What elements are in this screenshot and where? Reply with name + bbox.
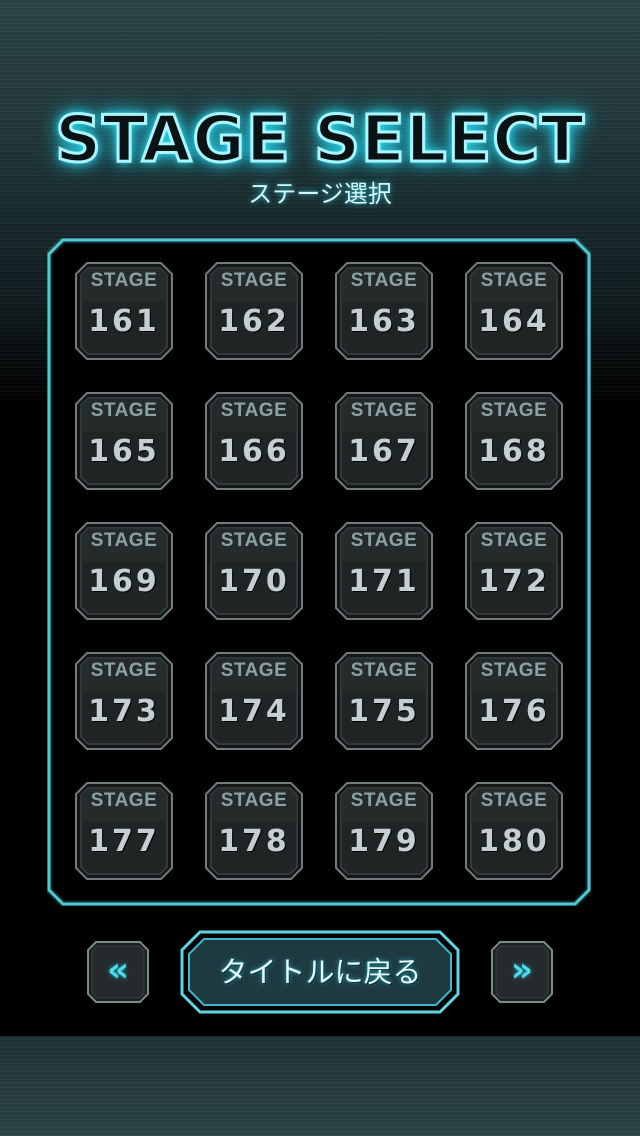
stage-button[interactable]: STAGE 172 [465,522,563,620]
stage-select-screen: STAGE SELECT ステージ選択 STAGE 161 STAGE 162 STAG… [0,0,640,1136]
stage-button[interactable]: STAGE 180 [465,782,563,880]
stage-label: STAGE [90,400,158,421]
stage-button[interactable]: STAGE 176 [465,652,563,750]
stage-number: 162 [218,304,290,339]
stage-number: 180 [478,824,550,859]
stage-number: 177 [88,824,160,859]
stage-label: STAGE [220,530,288,551]
stage-button[interactable]: STAGE 170 [205,522,303,620]
next-page-button[interactable]: » [491,941,553,1003]
stage-number: 164 [478,304,550,339]
stage-number: 179 [348,824,420,859]
stage-number: 178 [218,824,290,859]
stage-label: STAGE [90,790,158,811]
stage-number: 163 [348,304,420,339]
stage-label: STAGE [480,660,548,681]
stage-button[interactable]: STAGE 166 [205,392,303,490]
page-title: STAGE SELECT [54,102,586,179]
stage-button[interactable]: STAGE 162 [205,262,303,360]
stage-button[interactable]: STAGE 173 [75,652,173,750]
stage-number: 171 [348,564,420,599]
stage-label: STAGE [350,270,418,291]
stage-number: 172 [478,564,550,599]
stage-label: STAGE [90,660,158,681]
stage-button[interactable]: STAGE 163 [335,262,433,360]
double-chevron-left-icon: « [107,950,129,990]
stage-button[interactable]: STAGE 168 [465,392,563,490]
stage-label: STAGE [350,660,418,681]
stage-label: STAGE [350,400,418,421]
stage-button[interactable]: STAGE 178 [205,782,303,880]
stage-label: STAGE [90,270,158,291]
stage-button[interactable]: STAGE 171 [335,522,433,620]
stage-button[interactable]: STAGE 167 [335,392,433,490]
stage-button[interactable]: STAGE 165 [75,392,173,490]
stage-button[interactable]: STAGE 175 [335,652,433,750]
stage-button[interactable]: STAGE 174 [205,652,303,750]
stage-label: STAGE [220,790,288,811]
back-to-title-label: タイトルに戻る [218,955,422,989]
stage-number: 167 [348,434,420,469]
stage-label: STAGE [350,790,418,811]
stage-label: STAGE [220,400,288,421]
stage-number: 170 [218,564,290,599]
stage-label: STAGE [350,530,418,551]
stage-button[interactable]: STAGE 177 [75,782,173,880]
stage-grid: STAGE 161 STAGE 162 STAGE 163 STAGE 164 STAGE 165… [75,262,565,880]
background-bottom [0,1036,640,1136]
stage-label: STAGE [90,530,158,551]
stage-number: 161 [88,304,160,339]
back-to-title-button[interactable]: タイトルに戻る [180,930,460,1014]
stage-button[interactable]: STAGE 179 [335,782,433,880]
stage-number: 169 [88,564,160,599]
stage-number: 176 [478,694,550,729]
stage-number: 175 [348,694,420,729]
stage-label: STAGE [480,400,548,421]
prev-page-button[interactable]: « [87,941,149,1003]
double-chevron-right-icon: » [511,950,533,990]
stage-number: 166 [218,434,290,469]
stage-button[interactable]: STAGE 161 [75,262,173,360]
page-subtitle: ステージ選択 [248,180,392,208]
stage-label: STAGE [220,270,288,291]
stage-label: STAGE [480,790,548,811]
stage-number: 168 [478,434,550,469]
stage-button[interactable]: STAGE 164 [465,262,563,360]
stage-number: 174 [218,694,290,729]
stage-button[interactable]: STAGE 169 [75,522,173,620]
stage-number: 173 [88,694,160,729]
stage-label: STAGE [220,660,288,681]
stage-label: STAGE [480,530,548,551]
stage-label: STAGE [480,270,548,291]
stage-number: 165 [88,434,160,469]
